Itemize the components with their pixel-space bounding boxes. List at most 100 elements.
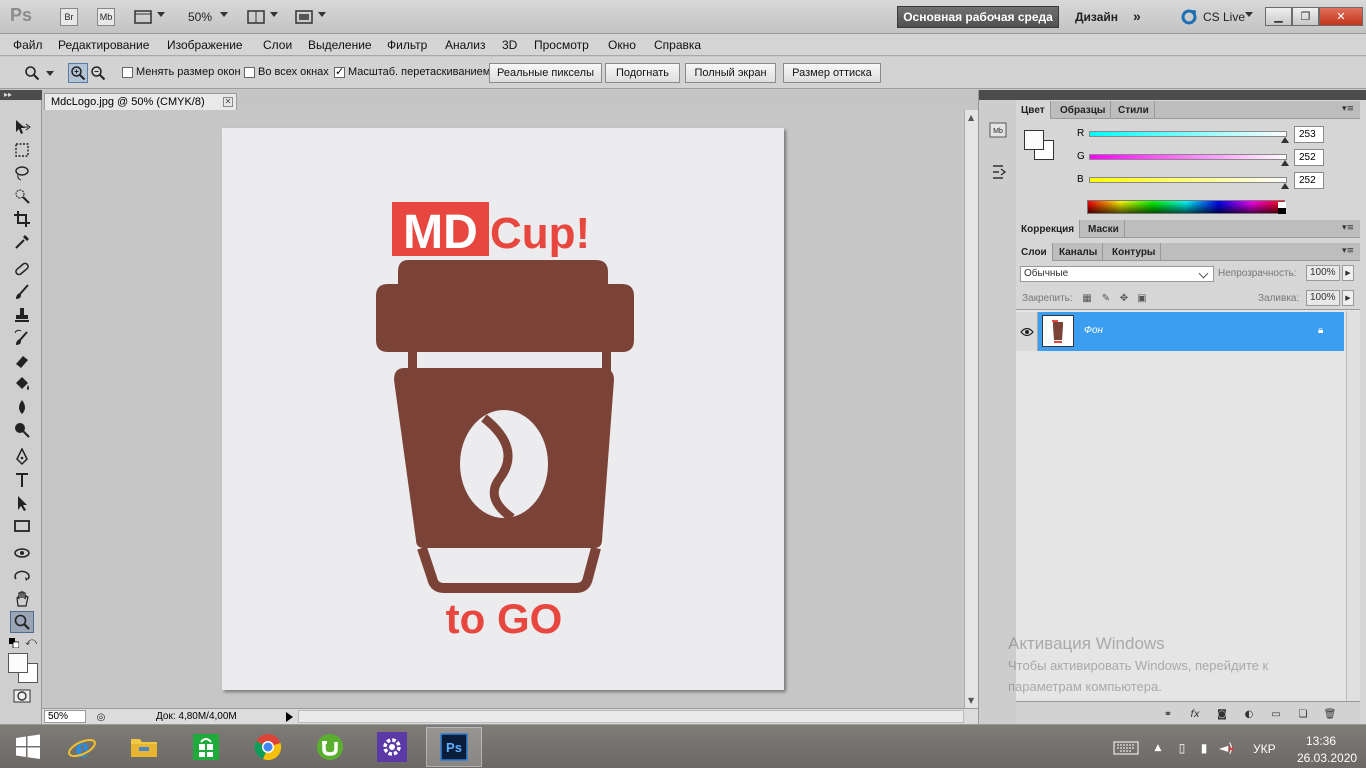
paint-bucket-tool-icon[interactable]	[10, 373, 34, 395]
layer-visibility-eye-icon[interactable]	[1016, 312, 1038, 351]
foreground-color-swatch[interactable]	[8, 653, 28, 673]
screen-mode-caret-icon[interactable]	[318, 12, 326, 17]
document-canvas[interactable]: MD Cup! to GO	[222, 128, 784, 690]
dock-grip[interactable]	[979, 90, 1017, 100]
dodge-tool-icon[interactable]	[10, 419, 34, 441]
tab-channels[interactable]: Каналы	[1054, 243, 1104, 261]
blend-mode-select[interactable]: Обычные	[1020, 266, 1214, 282]
move-tool-icon[interactable]	[10, 116, 34, 138]
chrome-icon[interactable]	[240, 727, 296, 767]
adjustments-panel-menu-icon[interactable]: ▾≡	[1342, 223, 1354, 233]
history-brush-tool-icon[interactable]	[10, 327, 34, 349]
link-layers-icon[interactable]: ⚭	[1160, 707, 1176, 721]
opacity-field[interactable]: 100%	[1306, 265, 1340, 281]
network-icon[interactable]: ▮	[1196, 741, 1212, 755]
channel-b-slider[interactable]	[1089, 177, 1287, 183]
zoom-tool-icon[interactable]	[10, 611, 34, 633]
tab-paths[interactable]: Контуры	[1107, 243, 1162, 261]
more-workspaces-icon[interactable]: »	[1133, 8, 1141, 24]
minibridge-panel-icon[interactable]: Mb	[985, 118, 1011, 142]
start-button-icon[interactable]	[0, 727, 56, 767]
utorrent-icon[interactable]	[302, 727, 358, 767]
delete-layer-icon[interactable]: 🗑︎	[1322, 707, 1338, 721]
file-explorer-icon[interactable]	[116, 727, 172, 767]
add-mask-icon[interactable]: ◙	[1214, 707, 1230, 721]
status-zoom-field[interactable]: 50%	[44, 710, 86, 723]
channel-r-thumb[interactable]	[1281, 137, 1290, 143]
channel-b-thumb[interactable]	[1280, 183, 1289, 189]
view-extras-caret-icon[interactable]	[157, 12, 165, 17]
toolbox-grip[interactable]: ▸▸	[0, 90, 42, 100]
rectangle-tool-icon[interactable]	[10, 515, 34, 537]
resize-windows-checkbox[interactable]	[122, 67, 133, 78]
bridge-button[interactable]: Br	[60, 8, 78, 26]
type-tool-icon[interactable]	[10, 469, 34, 491]
canvas-vertical-scrollbar[interactable]: ▲ ▼	[964, 110, 978, 708]
channel-r-slider[interactable]	[1089, 131, 1287, 137]
fill-slider-arrow-icon[interactable]: ▶	[1342, 290, 1354, 306]
quick-selection-tool-icon[interactable]	[10, 185, 34, 207]
status-menu-arrow-icon[interactable]	[286, 712, 293, 722]
tab-adjustments[interactable]: Коррекция	[1016, 220, 1081, 238]
minimize-button[interactable]: ▁	[1265, 7, 1292, 26]
menu-analysis[interactable]: Анализ	[445, 38, 486, 52]
menu-image[interactable]: Изображение	[167, 38, 243, 52]
menu-3d[interactable]: 3D	[502, 38, 517, 52]
panels-grip[interactable]	[1016, 90, 1366, 100]
menu-view[interactable]: Просмотр	[534, 38, 589, 52]
layer-row-background[interactable]: Фон 🔒︎	[1016, 312, 1344, 351]
path-selection-tool-icon[interactable]	[10, 492, 34, 514]
channel-g-value[interactable]: 252	[1294, 149, 1324, 166]
document-tab-close-icon[interactable]: ✕	[223, 97, 233, 107]
close-button[interactable]: ✕	[1319, 7, 1363, 26]
channel-r-value[interactable]: 253	[1294, 126, 1324, 143]
hand-tool-icon[interactable]	[10, 588, 34, 610]
settings-gear-icon[interactable]	[364, 727, 420, 767]
show-hidden-icons-icon[interactable]: ▲	[1150, 741, 1166, 755]
canvas-viewport[interactable]: MD Cup! to GO	[42, 110, 964, 708]
zoom-out-icon[interactable]	[88, 63, 108, 83]
arrange-caret-icon[interactable]	[270, 12, 278, 17]
clock-date[interactable]: 26.03.2020	[1297, 751, 1357, 765]
zoom-tool-preset-icon[interactable]	[22, 64, 42, 82]
fill-field[interactable]: 100%	[1306, 290, 1340, 306]
3d-orbit-tool-icon[interactable]	[10, 565, 34, 587]
workspace-essentials-button[interactable]: Основная рабочая среда	[897, 6, 1059, 28]
color-panel-foreground-swatch[interactable]	[1024, 130, 1044, 150]
zoom-caret-icon[interactable]	[220, 12, 228, 17]
restore-button[interactable]: ❐	[1292, 7, 1319, 26]
crop-tool-icon[interactable]	[10, 208, 34, 230]
new-layer-icon[interactable]: ❏	[1295, 707, 1311, 721]
menu-filter[interactable]: Фильтр	[387, 38, 427, 52]
new-adjustment-layer-icon[interactable]: ◐	[1241, 707, 1257, 721]
tab-swatches[interactable]: Образцы	[1055, 101, 1112, 119]
layer-style-fx-icon[interactable]: fx	[1187, 707, 1203, 721]
tab-layers[interactable]: Слои	[1016, 243, 1053, 261]
layer-name[interactable]: Фон	[1084, 325, 1103, 336]
fit-screen-button[interactable]: Подогнать	[605, 63, 680, 83]
lock-all-icon[interactable]: ▣	[1136, 292, 1148, 304]
document-tab[interactable]: MdcLogo.jpg @ 50% (CMYK/8) ✕	[44, 93, 237, 110]
channel-g-slider[interactable]	[1089, 154, 1287, 160]
internet-explorer-icon[interactable]: e	[54, 727, 110, 767]
clone-stamp-tool-icon[interactable]	[10, 304, 34, 326]
input-language[interactable]: УКР	[1253, 742, 1276, 756]
healing-brush-tool-icon[interactable]	[10, 258, 34, 280]
scrubby-zoom-checkbox[interactable]	[334, 65, 345, 78]
view-extras-icon[interactable]	[133, 9, 153, 25]
cs-live-button[interactable]: CS Live	[1203, 10, 1245, 24]
status-options-icon[interactable]: ◎	[94, 710, 108, 724]
arrange-documents-icon[interactable]	[246, 9, 266, 25]
menu-edit[interactable]: Редактирование	[58, 38, 149, 52]
battery-icon[interactable]: ▯	[1174, 741, 1190, 755]
photoshop-taskbar-icon[interactable]: Ps	[426, 727, 482, 767]
print-size-button[interactable]: Размер оттиска	[783, 63, 881, 83]
minibridge-button[interactable]: Mb	[97, 8, 115, 26]
scroll-up-icon[interactable]: ▲	[968, 113, 974, 122]
tab-color[interactable]: Цвет	[1016, 101, 1051, 119]
tab-masks[interactable]: Маски	[1083, 220, 1125, 238]
store-icon[interactable]	[178, 727, 234, 767]
tool-preset-caret-icon[interactable]	[46, 71, 54, 76]
canvas-horizontal-scrollbar[interactable]	[298, 710, 964, 723]
zoom-in-icon[interactable]	[68, 63, 88, 83]
